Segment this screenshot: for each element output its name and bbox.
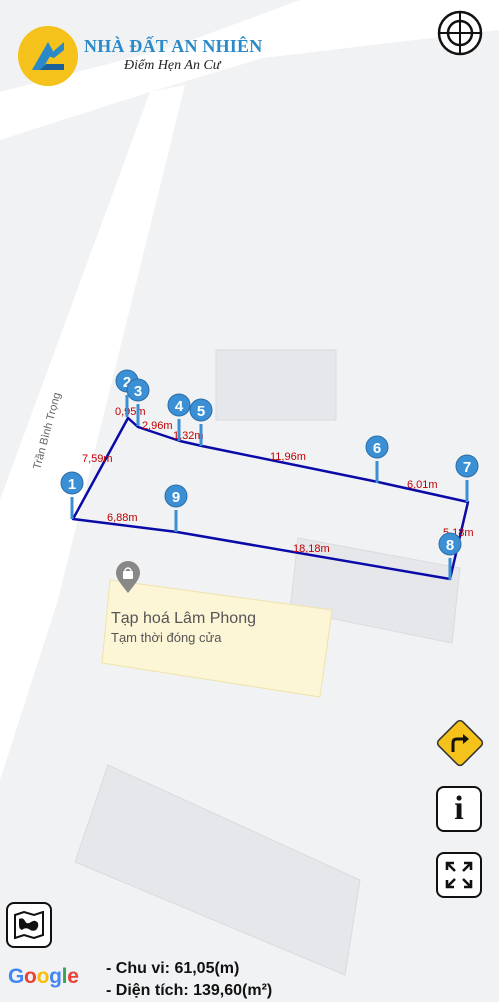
svg-text:8: 8: [446, 537, 454, 554]
edge-length-label: 2,96m: [142, 420, 173, 432]
boundary-marker[interactable]: 9: [164, 484, 188, 532]
map-canvas[interactable]: Trần Bình Trọng 7,59m 0,95m 2,96m 1,32m …: [0, 0, 499, 1000]
property-boundary: [71, 416, 470, 581]
building: [215, 349, 337, 421]
info-button[interactable]: i: [436, 786, 482, 832]
edge-length-label: 11,96m: [270, 451, 306, 463]
svg-text:7: 7: [463, 459, 471, 476]
svg-text:9: 9: [172, 489, 180, 506]
svg-text:1: 1: [68, 476, 76, 493]
edge-length-label: 6,01m: [407, 479, 438, 491]
edge-length-label: 18,18m: [293, 543, 330, 555]
measurement-summary: - Chu vi: 61,05(m) - Diện tích: 139,60(m…: [106, 958, 272, 1002]
map-type-button[interactable]: [6, 902, 52, 948]
building: [74, 764, 361, 976]
boundary-marker[interactable]: 6: [365, 435, 389, 483]
poi-status: Tạm thời đóng cửa: [111, 630, 222, 645]
svg-text:3: 3: [134, 383, 142, 400]
svg-text:4: 4: [175, 398, 184, 415]
brand-slogan: Điểm Hẹn An Cư: [124, 58, 221, 73]
edge-length-label: 6,88m: [107, 512, 138, 524]
map-icon: [14, 911, 44, 939]
directions-button[interactable]: [434, 717, 486, 769]
fullscreen-button[interactable]: [436, 852, 482, 898]
edge-length-label: 7,59m: [82, 453, 113, 465]
poi-name[interactable]: Tạp hoá Lâm Phong: [111, 610, 256, 628]
brand-name: NHÀ ĐẤT AN NHIÊN: [84, 36, 263, 56]
expand-icon: [445, 861, 473, 889]
info-icon: i: [454, 790, 464, 827]
boundary-marker[interactable]: 7: [455, 454, 479, 502]
locate-button[interactable]: [436, 9, 484, 57]
brand-logo: NHÀ ĐẤT AN NHIÊN Điểm Hẹn An Cư: [18, 26, 268, 86]
area-text: - Diện tích: 139,60(m²): [106, 982, 273, 999]
perimeter-text: - Chu vi: 61,05(m): [106, 960, 240, 977]
edge-length-label: 0,95m: [115, 406, 146, 418]
google-attribution: Google: [8, 965, 79, 988]
logo-mark-icon: [18, 26, 78, 86]
svg-text:5: 5: [197, 403, 205, 420]
svg-text:6: 6: [373, 440, 381, 457]
turn-right-sign-icon: [436, 719, 484, 767]
crosshair-icon: [437, 10, 483, 56]
